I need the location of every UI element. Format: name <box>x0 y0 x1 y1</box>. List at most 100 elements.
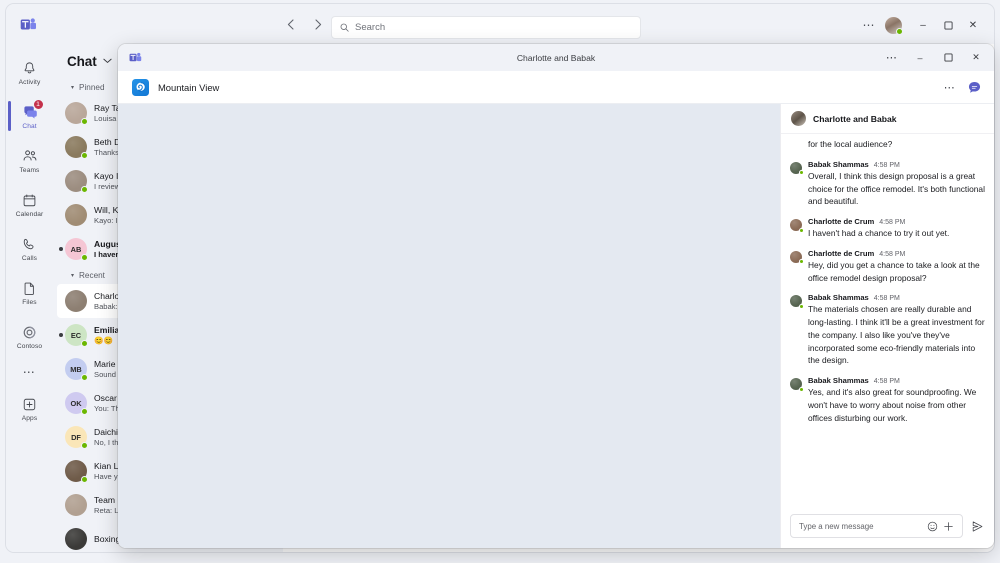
search-input[interactable]: Search <box>331 16 641 39</box>
chat-message-author: Babak Shammas <box>808 293 869 303</box>
avatar <box>65 460 88 483</box>
chevron-down-icon: ▾ <box>71 85 75 91</box>
screen-root: Search ⋯ – ✕ Activity 1 Chat Teams Calen… <box>0 0 1000 563</box>
chat-message[interactable]: Babak Shammas 4:58 PM The materials chosen… <box>790 293 985 367</box>
presence-indicator <box>798 386 804 392</box>
avatar: OK <box>65 392 88 415</box>
chat-message[interactable]: Babak Shammas 4:58 PM Yes, and it's also g… <box>790 376 985 424</box>
chat-bubble-icon[interactable] <box>966 79 982 95</box>
chat-message-body: Babak Shammas 4:58 PM Overall, I think thi… <box>808 160 985 208</box>
presence-indicator <box>81 476 88 483</box>
send-icon[interactable] <box>968 517 986 535</box>
chat-panel-title: Charlotte and Babak <box>813 113 897 124</box>
chat-message-author: Charlotte de Crum <box>808 248 875 258</box>
compose-area: Type a new message <box>781 508 994 548</box>
presence-indicator <box>81 118 88 125</box>
chat-message-meta: Babak Shammas 4:58 PM <box>808 293 985 302</box>
chevron-right-icon[interactable] <box>310 15 326 33</box>
window-controls: ⋯ – ✕ <box>858 14 984 36</box>
emoji-icon[interactable] <box>924 518 940 534</box>
popout-body: Charlotte and Babak for the local audien… <box>118 104 994 548</box>
chat-message-timestamp: 4:58 PM <box>879 219 906 227</box>
chat-icon: 1 <box>22 98 44 122</box>
calendar-icon <box>22 191 37 210</box>
chat-message[interactable]: for the local audience? <box>808 138 985 151</box>
presence-indicator <box>798 170 804 176</box>
bell-icon <box>22 59 37 78</box>
chat-message-text: Yes, and it's also great for soundproofi… <box>808 387 977 423</box>
popout-window-title: Charlotte and Babak <box>516 52 596 63</box>
avatar <box>790 378 804 392</box>
presence-indicator <box>81 442 88 449</box>
sidebar-item-calendar[interactable]: Calendar <box>6 182 53 226</box>
ellipsis-icon[interactable]: ⋯ <box>858 14 880 36</box>
minimize-button[interactable]: – <box>912 14 934 36</box>
apps-plus-icon <box>22 395 37 414</box>
presence-indicator <box>81 152 88 159</box>
close-button[interactable]: ✕ <box>962 14 984 36</box>
minimize-button[interactable]: – <box>906 46 934 69</box>
chevron-left-icon[interactable] <box>282 15 298 33</box>
avatar: AB <box>65 238 88 261</box>
chat-list-section-label: Recent <box>79 271 105 280</box>
unread-indicator <box>59 247 63 251</box>
mountain-view-app-icon <box>132 78 149 96</box>
app-canvas-area[interactable] <box>118 104 780 548</box>
rail-more-icon[interactable]: ⋯ <box>6 358 53 386</box>
sidebar-item-teams[interactable]: Teams <box>6 138 53 182</box>
unread-indicator <box>59 333 63 337</box>
chat-message-text: for the local audience? <box>808 139 893 149</box>
popout-titlebar: Charlotte and Babak ⋯ – ✕ <box>118 44 994 71</box>
presence-indicator <box>798 259 804 265</box>
chat-message[interactable]: Charlotte de Crum 4:58 PM I haven't had a … <box>790 217 985 240</box>
chat-message[interactable]: Babak Shammas 4:58 PM Overall, I think thi… <box>790 160 985 208</box>
sidebar-item-contoso[interactable]: Contoso <box>6 314 53 358</box>
close-button[interactable]: ✕ <box>962 46 990 69</box>
message-input-placeholder: Type a new message <box>799 521 874 531</box>
chat-message-meta: Babak Shammas 4:58 PM <box>808 376 985 385</box>
search-icon <box>340 19 349 37</box>
chat-message-body: Charlotte de Crum 4:58 PM Hey, did you get… <box>808 249 985 285</box>
maximize-button[interactable] <box>934 46 962 69</box>
sidebar-item-activity[interactable]: Activity <box>6 50 53 94</box>
sidebar-item-apps[interactable]: Apps <box>6 386 53 430</box>
message-list[interactable]: for the local audience? Babak Shammas 4:58… <box>781 134 994 508</box>
presence-indicator <box>81 374 88 381</box>
plus-icon[interactable] <box>940 518 956 534</box>
message-input[interactable]: Type a new message <box>790 514 963 538</box>
presence-indicator <box>81 186 88 193</box>
sidebar-item-chat[interactable]: 1 Chat <box>6 94 53 138</box>
chevron-down-icon[interactable] <box>103 57 112 66</box>
avatar <box>65 494 87 516</box>
sidebar-item-label: Calls <box>21 254 38 262</box>
ellipsis-icon[interactable]: ⋯ <box>944 81 956 94</box>
maximize-button[interactable] <box>937 14 959 36</box>
avatar[interactable] <box>885 16 903 35</box>
chat-message-meta: Charlotte de Crum 4:58 PM <box>808 217 949 226</box>
sidebar-item-calls[interactable]: Calls <box>6 226 53 270</box>
app-name-label: Mountain View <box>158 81 220 93</box>
group-avatar <box>791 111 806 126</box>
left-rail: Activity 1 Chat Teams Calendar Calls Fil… <box>6 44 53 552</box>
sidebar-item-label: Files <box>22 298 37 306</box>
chat-message-meta: Babak Shammas 4:58 PM <box>808 160 985 169</box>
chat-message-timestamp: 4:58 PM <box>873 378 900 386</box>
chat-message-text: Overall, I think this design proposal is… <box>808 170 985 207</box>
avatar <box>65 136 88 159</box>
chat-message[interactable]: Charlotte de Crum 4:58 PM Hey, did you get… <box>790 249 985 285</box>
avatar <box>65 170 88 193</box>
sidebar-item-label: Calendar <box>15 210 44 218</box>
ellipsis-icon[interactable]: ⋯ <box>878 46 906 69</box>
nav-buttons <box>282 15 326 33</box>
chat-list-section-label: Pinned <box>79 83 105 92</box>
avatar: MB <box>65 358 88 381</box>
page-title: Chat <box>67 53 97 69</box>
chat-message-author: Babak Shammas <box>808 159 869 169</box>
chevron-down-icon: ▾ <box>71 273 75 279</box>
avatar <box>65 204 87 226</box>
chat-message-timestamp: 4:58 PM <box>873 161 900 169</box>
chat-message-timestamp: 4:58 PM <box>873 295 900 303</box>
phone-icon <box>22 235 37 254</box>
sidebar-item-files[interactable]: Files <box>6 270 53 314</box>
search-placeholder: Search <box>355 22 386 33</box>
